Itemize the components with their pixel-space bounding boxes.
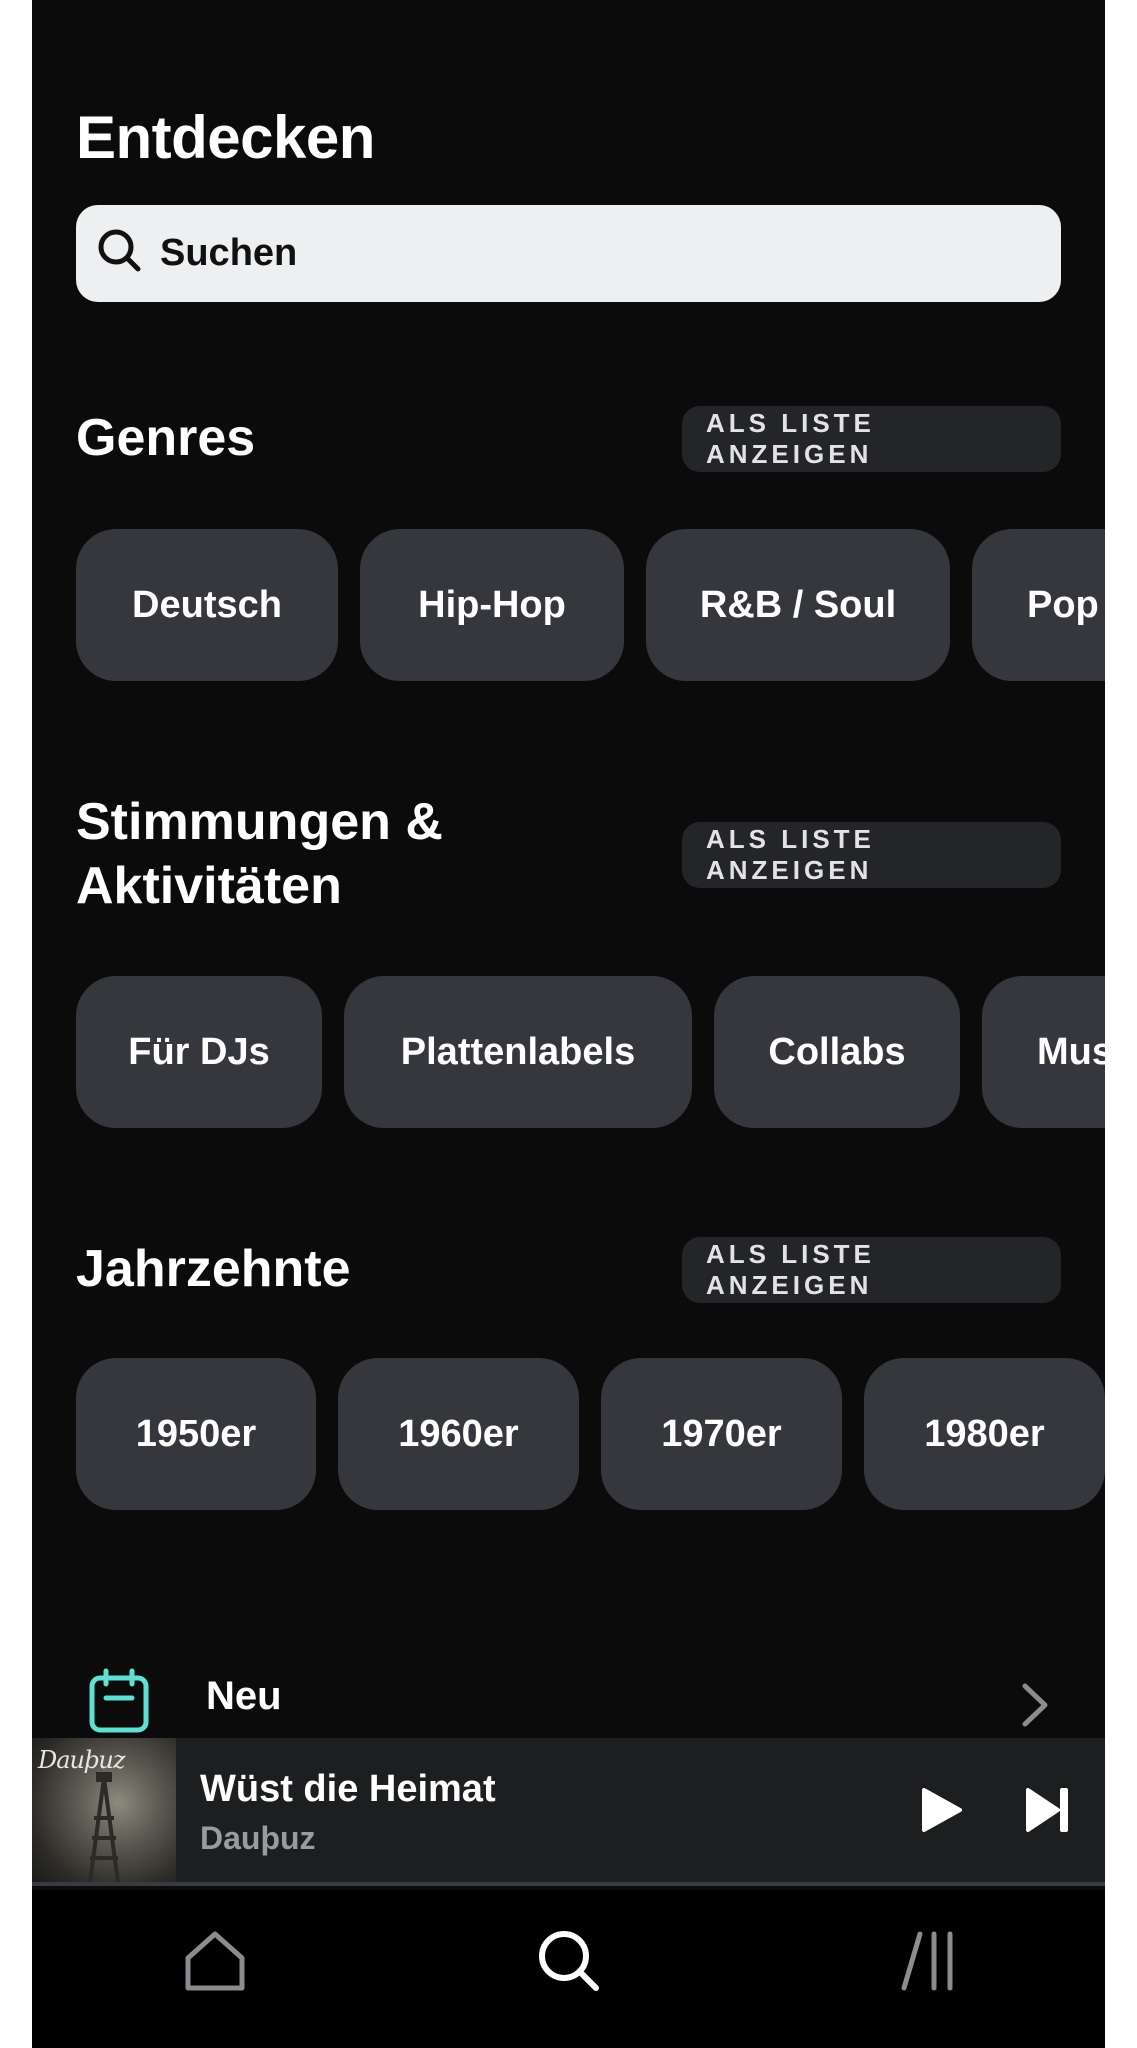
search-input[interactable] bbox=[158, 231, 962, 276]
genre-chip[interactable]: Deutsch bbox=[76, 529, 338, 681]
decade-chip[interactable]: 1980er bbox=[864, 1358, 1105, 1510]
section-title-moods-line2: Aktivitäten bbox=[76, 857, 342, 915]
library-icon[interactable] bbox=[894, 1926, 964, 1996]
search-icon[interactable] bbox=[534, 1926, 604, 1996]
moods-chip-row[interactable]: Für DJs Plattenlabels Collabs Mus bbox=[76, 976, 1105, 1128]
play-icon[interactable] bbox=[912, 1782, 968, 1838]
neu-label: Neu bbox=[206, 1674, 282, 1718]
tab-bar bbox=[32, 1890, 1105, 2048]
section-title-decades: Jahrzehnte bbox=[76, 1240, 351, 1298]
genre-chip[interactable]: Pop bbox=[972, 529, 1105, 681]
decade-chip[interactable]: 1960er bbox=[338, 1358, 579, 1510]
mood-chip[interactable]: Plattenlabels bbox=[344, 976, 692, 1128]
now-playing-bar[interactable]: Dauþuz Wüst die Heimat Dauþuz bbox=[32, 1738, 1105, 1886]
neu-row[interactable]: Neu bbox=[32, 1668, 1105, 1740]
album-cover[interactable]: Dauþuz bbox=[32, 1738, 176, 1882]
track-title: Wüst die Heimat bbox=[200, 1768, 496, 1810]
search-icon bbox=[94, 225, 146, 282]
section-title-genres: Genres bbox=[76, 409, 256, 467]
skip-next-icon[interactable] bbox=[1020, 1782, 1076, 1838]
mood-chip[interactable]: Mus bbox=[982, 976, 1105, 1128]
genres-list-button[interactable]: ALS LISTE ANZEIGEN bbox=[682, 406, 1061, 472]
section-title-moods-line1: Stimmungen & bbox=[76, 793, 443, 851]
section-title-moods: Stimmungen & Aktivitäten bbox=[76, 790, 443, 918]
mood-chip[interactable]: Für DJs bbox=[76, 976, 322, 1128]
genres-chip-row[interactable]: Deutsch Hip-Hop R&B / Soul Pop bbox=[76, 529, 1105, 681]
app-screen: Entdecken Genres ALS LISTE ANZEIGEN Deut… bbox=[32, 0, 1105, 2048]
decade-chip[interactable]: 1950er bbox=[76, 1358, 316, 1510]
decade-chip[interactable]: 1970er bbox=[601, 1358, 842, 1510]
mood-chip[interactable]: Collabs bbox=[714, 976, 960, 1128]
decades-chip-row[interactable]: 1950er 1960er 1970er 1980er bbox=[76, 1358, 1105, 1510]
track-artist: Dauþuz bbox=[200, 1820, 316, 1856]
decades-list-button[interactable]: ALS LISTE ANZEIGEN bbox=[682, 1237, 1061, 1303]
album-cover-text: Dauþuz bbox=[38, 1746, 125, 1774]
page-title: Entdecken bbox=[76, 104, 375, 171]
chevron-right-icon bbox=[1019, 1682, 1051, 1728]
moods-list-button[interactable]: ALS LISTE ANZEIGEN bbox=[682, 822, 1061, 888]
genre-chip[interactable]: Hip-Hop bbox=[360, 529, 624, 681]
playback-progress bbox=[32, 1882, 1105, 1886]
calendar-icon bbox=[88, 1668, 150, 1734]
genre-chip[interactable]: R&B / Soul bbox=[646, 529, 950, 681]
home-icon[interactable] bbox=[180, 1926, 250, 1996]
search-bar[interactable] bbox=[76, 205, 1061, 302]
